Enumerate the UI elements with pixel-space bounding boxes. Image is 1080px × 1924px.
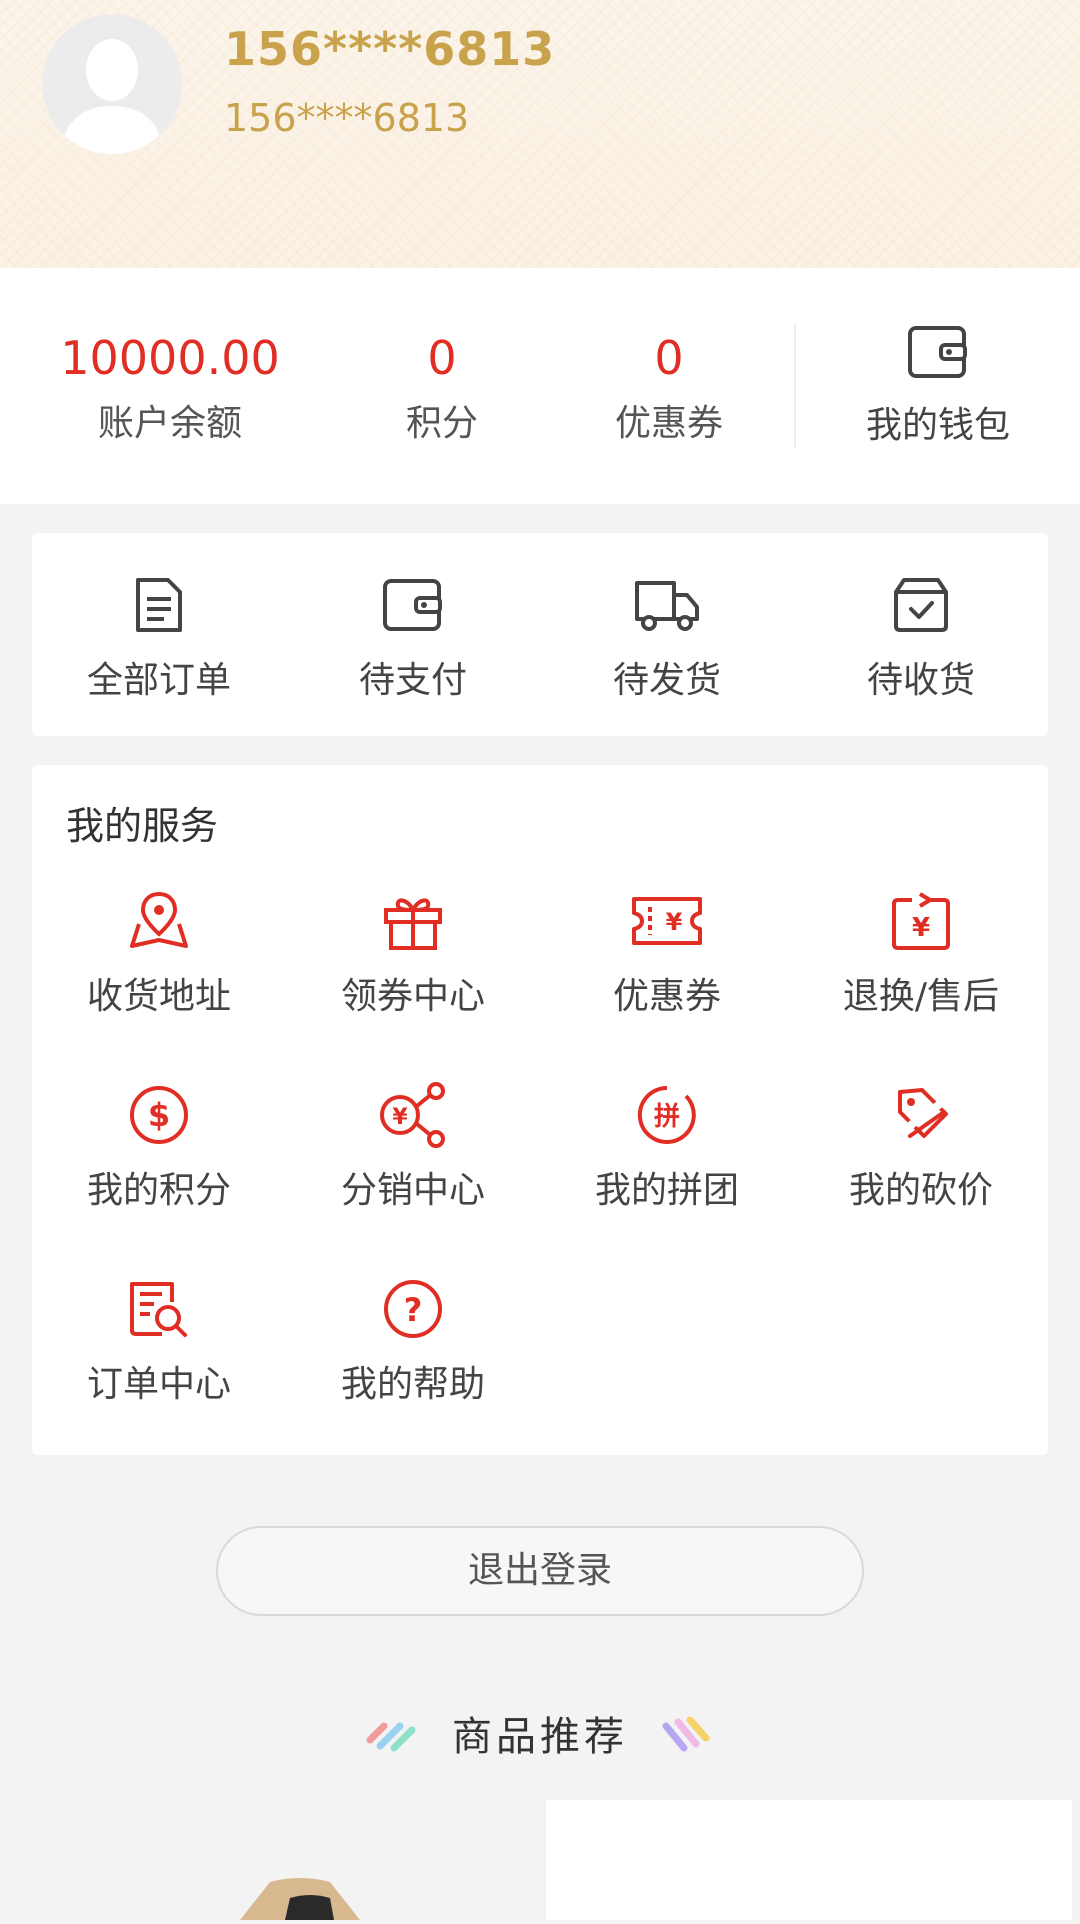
share-icon: ¥: [286, 1082, 540, 1148]
points-label: 积分: [405, 403, 478, 444]
recommend-title: 商品推荐: [452, 1714, 628, 1760]
product-card-right[interactable]: [546, 1800, 1072, 1920]
svg-text:¥: ¥: [392, 1105, 408, 1130]
service-refund[interactable]: ¥ 退换/售后: [794, 889, 1048, 1019]
price-tag-icon: [794, 1083, 1048, 1147]
refund-icon: ¥: [794, 889, 1048, 953]
coupons-label: 优惠券: [614, 403, 723, 444]
user-name: 156****6813: [224, 22, 556, 76]
service-group-buy-label: 我的拼团: [594, 1170, 739, 1211]
service-coupon-center-label: 领券中心: [340, 976, 485, 1017]
help-icon: ?: [286, 1277, 540, 1341]
profile-header: 156****6813 156****6813: [0, 0, 1080, 268]
wallet-label: 我的钱包: [865, 405, 1010, 446]
service-address[interactable]: 收货地址: [32, 889, 286, 1019]
order-unshipped-label: 待发货: [612, 660, 721, 701]
divider: [794, 324, 796, 448]
coupons-stat[interactable]: 0 优惠券: [594, 326, 744, 446]
balance-value: 10000.00: [60, 331, 280, 385]
services-card: 我的服务 收货地址 领券中心 ¥ 优惠券 ¥ 退换/售后 $ 我的积分 ¥ 分销…: [32, 765, 1048, 1455]
logout-button[interactable]: 退出登录: [216, 1526, 864, 1616]
document-icon: [32, 573, 286, 637]
wallet-icon: [286, 573, 540, 637]
service-refund-label: 退换/售后: [842, 976, 1000, 1017]
service-address-label: 收货地址: [86, 976, 231, 1017]
order-unreceived-label: 待收货: [866, 660, 975, 701]
avatar[interactable]: [42, 14, 182, 154]
map-pin-icon: [32, 889, 286, 953]
svg-text:?: ?: [404, 1291, 423, 1329]
balance-label: 账户余额: [97, 403, 242, 444]
service-points[interactable]: $ 我的积分: [32, 1083, 286, 1213]
service-help-label: 我的帮助: [340, 1364, 485, 1405]
account-stats: 10000.00 账户余额 0 积分 0 优惠券 我的钱包: [0, 268, 1080, 504]
truck-icon: [540, 573, 794, 637]
order-unshipped-button[interactable]: 待发货: [540, 573, 794, 703]
coupons-value: 0: [654, 331, 684, 385]
balance-stat[interactable]: 10000.00 账户余额: [52, 326, 288, 446]
dollar-circle-icon: $: [32, 1083, 286, 1147]
service-distribution[interactable]: ¥ 分销中心: [286, 1082, 540, 1213]
gift-icon: [286, 889, 540, 953]
service-bargain[interactable]: 我的砍价: [794, 1083, 1048, 1213]
group-buy-icon: 拼: [540, 1083, 794, 1147]
points-value: 0: [427, 331, 457, 385]
user-phone: 156****6813: [224, 96, 470, 140]
product-card-left[interactable]: [0, 1800, 536, 1920]
svg-text:$: $: [148, 1096, 170, 1134]
service-help[interactable]: ? 我的帮助: [286, 1277, 540, 1407]
service-bargain-label: 我的砍价: [848, 1170, 993, 1211]
order-all-button[interactable]: 全部订单: [32, 573, 286, 703]
service-distribution-label: 分销中心: [340, 1170, 485, 1211]
points-stat[interactable]: 0 积分: [372, 326, 512, 446]
svg-text:¥: ¥: [666, 908, 683, 936]
svg-text:拼: 拼: [654, 1102, 680, 1132]
product-image: [240, 1878, 360, 1920]
service-group-buy[interactable]: 拼 我的拼团: [540, 1083, 794, 1213]
services-title: 我的服务: [66, 804, 219, 848]
order-unpaid-label: 待支付: [358, 660, 467, 701]
service-order-center-label: 订单中心: [86, 1364, 231, 1405]
right-decoration-icon: [662, 1716, 710, 1752]
ticket-icon: ¥: [540, 889, 794, 953]
svg-text:¥: ¥: [912, 913, 930, 943]
wallet-button[interactable]: 我的钱包: [846, 324, 1030, 448]
service-points-label: 我的积分: [86, 1170, 231, 1211]
order-unpaid-button[interactable]: 待支付: [286, 573, 540, 703]
service-order-center[interactable]: 订单中心: [32, 1277, 286, 1407]
service-coupons-label: 优惠券: [612, 976, 721, 1017]
service-coupons[interactable]: ¥ 优惠券: [540, 889, 794, 1019]
box-check-icon: [794, 573, 1048, 637]
order-search-icon: [32, 1277, 286, 1341]
order-all-label: 全部订单: [86, 660, 231, 701]
wallet-icon: [907, 326, 969, 384]
orders-card: 全部订单 待支付 待发货 待收货: [32, 533, 1048, 736]
service-coupon-center[interactable]: 领券中心: [286, 889, 540, 1019]
order-unreceived-button[interactable]: 待收货: [794, 573, 1048, 703]
